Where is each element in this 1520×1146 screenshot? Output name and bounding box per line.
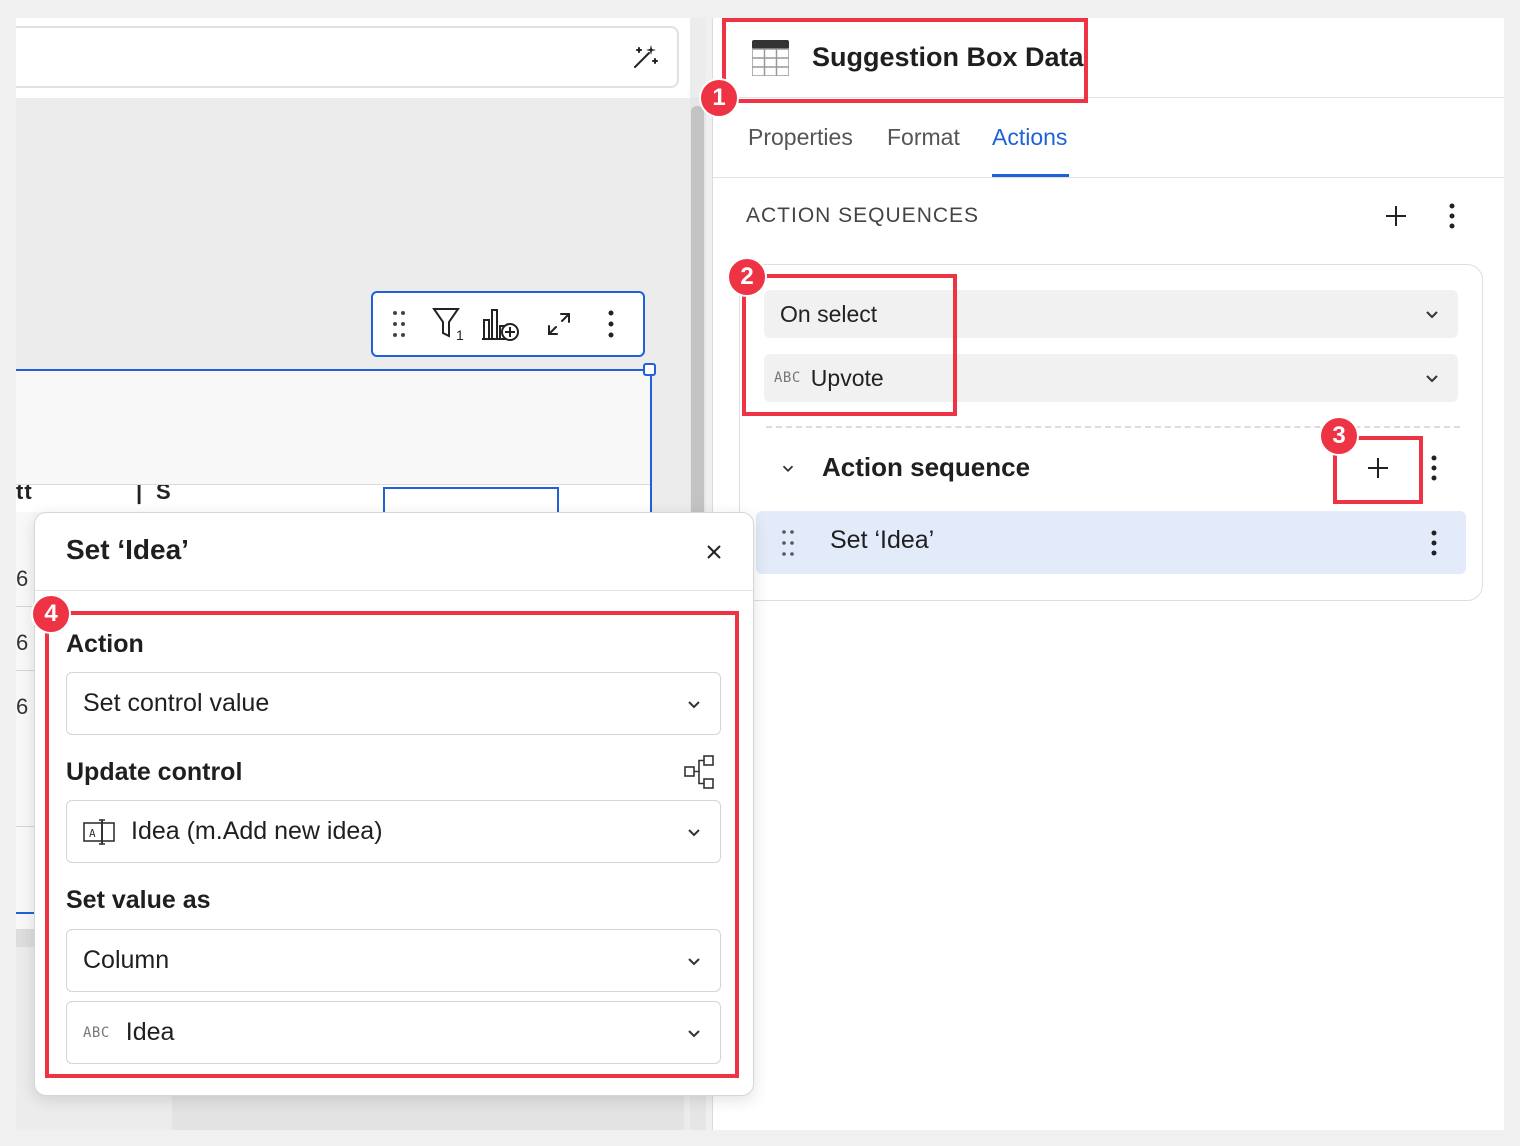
active-tab-indicator	[992, 174, 1069, 177]
tab-properties[interactable]: Properties	[748, 124, 853, 151]
canvas-shade	[172, 1096, 684, 1130]
element-toolbar: 1	[371, 291, 645, 357]
chevron-down-icon	[1426, 311, 1438, 319]
tab-format[interactable]: Format	[887, 124, 960, 151]
chevron-down-icon	[1426, 375, 1438, 383]
row-divider	[16, 826, 36, 827]
table-footer	[16, 929, 36, 947]
magic-wand-icon[interactable]	[630, 42, 660, 72]
selected-column-header[interactable]	[383, 487, 559, 513]
row-cell: 6	[16, 630, 29, 655]
action-more-icon[interactable]	[1422, 527, 1446, 559]
header-cell-fragment-2: S	[156, 484, 171, 504]
resize-handle[interactable]	[643, 363, 656, 376]
header-cell-fragment: tt	[16, 484, 33, 504]
popover-divider	[35, 590, 753, 591]
canvas-scrollbar-thumb[interactable]	[691, 106, 704, 526]
annotation-box-4	[45, 611, 739, 1078]
add-sequence-button[interactable]	[1380, 200, 1412, 232]
selection-edge	[16, 912, 36, 914]
annotation-box-2	[742, 274, 957, 416]
sequence-title: Action sequence	[822, 452, 1031, 482]
action-item-label: Set ‘Idea’	[830, 526, 935, 554]
filter-icon[interactable]: 1	[429, 293, 469, 355]
drag-handle-icon[interactable]	[778, 528, 798, 558]
annotation-badge-2: 2	[727, 257, 767, 297]
section-heading: ACTION SEQUENCES	[746, 204, 980, 227]
annotation-box-1	[722, 18, 1088, 103]
annotation-badge-3: 3	[1319, 416, 1359, 456]
close-icon[interactable]	[702, 540, 726, 564]
add-chart-icon[interactable]	[479, 293, 523, 355]
tab-actions[interactable]: Actions	[992, 124, 1067, 151]
more-options-icon[interactable]	[597, 293, 625, 355]
row-cell: 6	[16, 694, 29, 719]
header-cell-divider: |	[136, 484, 143, 504]
annotation-badge-1: 1	[699, 78, 739, 118]
section-more-icon[interactable]	[1440, 200, 1464, 232]
ai-prompt-input[interactable]	[16, 26, 679, 88]
expand-icon[interactable]	[539, 293, 579, 355]
filter-count: 1	[456, 327, 464, 342]
row-divider	[16, 670, 36, 671]
sequence-more-icon[interactable]	[1422, 452, 1446, 484]
annotation-badge-4: 4	[31, 594, 71, 634]
drag-handle-icon[interactable]	[387, 293, 411, 355]
collapse-chevron-icon[interactable]	[776, 456, 800, 480]
popover-title: Set ‘Idea’	[66, 534, 189, 565]
row-cell: 6	[16, 566, 29, 591]
